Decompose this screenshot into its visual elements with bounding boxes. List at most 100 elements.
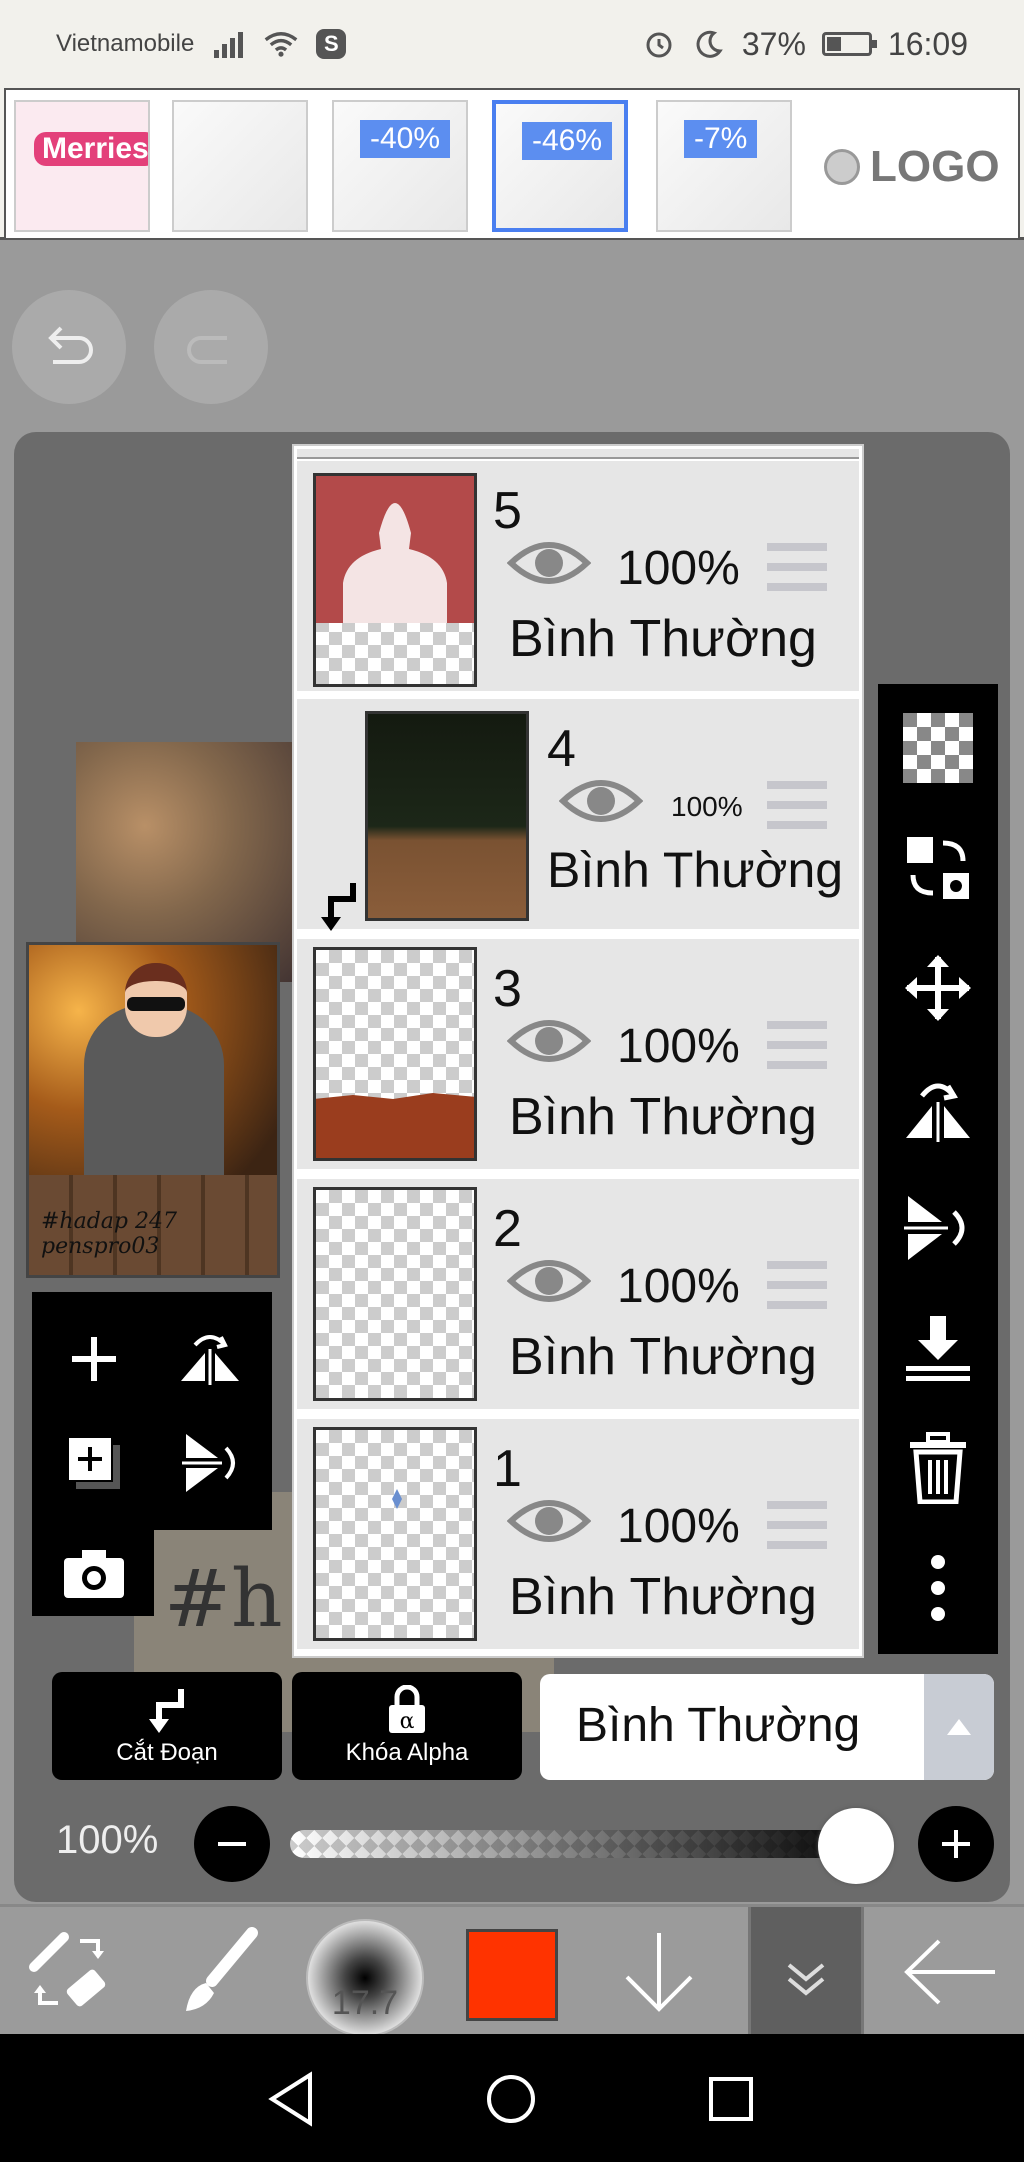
swap-layer-button[interactable] bbox=[896, 826, 980, 910]
layer-thumbnail bbox=[313, 473, 477, 687]
drag-handle-icon[interactable] bbox=[767, 1501, 827, 1549]
arrow-down-icon bbox=[625, 1933, 693, 2012]
add-layer-button[interactable] bbox=[44, 1314, 144, 1404]
flip-horizontal-icon bbox=[181, 1335, 239, 1385]
flip-horizontal-icon bbox=[906, 1083, 970, 1142]
delete-layer-button[interactable] bbox=[896, 1426, 980, 1510]
layer-blend-mode: Bình Thường bbox=[509, 1328, 817, 1386]
opacity-decrease-button[interactable] bbox=[194, 1806, 270, 1882]
transparency-button[interactable] bbox=[896, 706, 980, 790]
opacity-slider-knob[interactable] bbox=[818, 1808, 894, 1884]
visibility-eye-icon[interactable] bbox=[506, 1491, 592, 1551]
layer-opacity: 100% bbox=[671, 791, 743, 822]
plus-icon bbox=[72, 1337, 116, 1381]
layer-number: 3 bbox=[493, 960, 522, 1018]
move-arrows-icon bbox=[905, 955, 971, 1021]
layer-number: 1 bbox=[493, 1440, 522, 1498]
nav-back-button[interactable] bbox=[256, 2064, 326, 2134]
clipping-button[interactable]: Cắt Đoạn bbox=[52, 1672, 282, 1780]
product-brand: Merries bbox=[34, 132, 148, 166]
opacity-slider[interactable] bbox=[290, 1830, 870, 1858]
color-swatch-button[interactable] bbox=[466, 1929, 558, 2021]
blend-mode-select[interactable]: Bình Thường bbox=[540, 1674, 994, 1780]
drag-handle-icon[interactable] bbox=[767, 781, 827, 829]
layers-button[interactable] bbox=[748, 1907, 864, 2035]
signal-icon bbox=[212, 29, 246, 59]
more-options-button[interactable] bbox=[896, 1546, 980, 1630]
layer-number: 5 bbox=[493, 482, 522, 540]
ad-product-2[interactable] bbox=[172, 100, 308, 232]
layer-row-1[interactable]: 1 100% Bình Thường bbox=[297, 1419, 859, 1653]
ad-product-4[interactable]: -46% bbox=[492, 100, 628, 232]
logo-circle-icon bbox=[824, 149, 860, 185]
minus-icon bbox=[218, 1842, 246, 1846]
canvas-preview[interactable]: #hadap 247 penspro03 bbox=[26, 942, 280, 1278]
wifi-icon bbox=[264, 29, 298, 59]
visibility-eye-icon[interactable] bbox=[506, 1251, 592, 1311]
flip-horizontal-button[interactable] bbox=[896, 1066, 980, 1150]
drag-handle-icon[interactable] bbox=[767, 1021, 827, 1069]
alpha-lock-button[interactable]: α Khóa Alpha bbox=[292, 1672, 522, 1780]
layer-row-4[interactable]: 4 100% Bình Thường bbox=[297, 699, 859, 933]
layer-number: 2 bbox=[493, 1200, 522, 1258]
camera-icon bbox=[64, 1550, 124, 1598]
brush-tool-button[interactable] bbox=[162, 1917, 272, 2027]
arrow-left-icon bbox=[904, 1939, 995, 2005]
nav-home-button[interactable] bbox=[476, 2064, 546, 2134]
ad-banner[interactable]: Merries -40% -46% -7% LOGO bbox=[0, 88, 1024, 240]
opacity-value-label: 100% bbox=[56, 1818, 159, 1862]
status-bar: Vietnamobile S 37% 16:09 bbox=[0, 0, 1024, 88]
visibility-eye-icon[interactable] bbox=[558, 771, 644, 831]
drag-handle-icon[interactable] bbox=[767, 543, 827, 591]
opacity-increase-button[interactable] bbox=[918, 1806, 994, 1882]
move-down-button[interactable] bbox=[604, 1917, 714, 2027]
layer-number: 4 bbox=[547, 720, 576, 778]
flip-layer-horizontal-button[interactable] bbox=[160, 1314, 260, 1404]
more-vertical-icon bbox=[931, 1555, 945, 1621]
brush-size-button[interactable]: 17.7 bbox=[306, 1919, 424, 2037]
brush-icon bbox=[186, 1927, 258, 2011]
flip-vertical-icon bbox=[182, 1434, 235, 1492]
visibility-eye-icon[interactable] bbox=[506, 533, 592, 593]
move-button[interactable] bbox=[896, 946, 980, 1030]
character-glasses bbox=[127, 997, 185, 1011]
system-nav-bar bbox=[0, 2034, 1024, 2162]
merge-down-button[interactable] bbox=[896, 1306, 980, 1390]
blend-mode-arrow-button[interactable] bbox=[924, 1674, 994, 1780]
layer-blend-mode: Bình Thường bbox=[509, 1568, 817, 1626]
flip-vertical-button[interactable] bbox=[896, 1186, 980, 1270]
redo-button[interactable] bbox=[154, 290, 268, 404]
ad-logo[interactable]: LOGO bbox=[824, 142, 1000, 192]
blend-mode-value: Bình Thường bbox=[576, 1699, 861, 1752]
visibility-eye-icon[interactable] bbox=[506, 1011, 592, 1071]
double-chevron-down-icon bbox=[787, 1963, 825, 1996]
layers-list[interactable]: 5 100% Bình Thường 4 100% Bình Thường 3 … bbox=[294, 446, 862, 1656]
camera-button[interactable] bbox=[44, 1528, 144, 1618]
opacity-row: 100% bbox=[14, 1800, 1010, 1890]
layer-row-5[interactable]: 5 100% Bình Thường bbox=[297, 461, 859, 695]
ad-product-1[interactable]: Merries bbox=[14, 100, 150, 232]
undo-button[interactable] bbox=[12, 290, 126, 404]
layer-thumbnail bbox=[313, 947, 477, 1161]
bottom-toolbar: 17.7 bbox=[0, 1904, 1024, 2037]
clipping-label: Cắt Đoạn bbox=[116, 1739, 218, 1766]
duplicate-layer-button[interactable] bbox=[44, 1418, 144, 1508]
layer-opacity: 100% bbox=[617, 1260, 740, 1313]
layer-row-3[interactable]: 3 100% Bình Thường bbox=[297, 939, 859, 1173]
layer-thumbnail bbox=[365, 711, 529, 921]
drag-handle-icon[interactable] bbox=[767, 1261, 827, 1309]
back-button[interactable] bbox=[896, 1917, 1006, 2027]
layer-row-2[interactable]: 2 100% Bình Thường bbox=[297, 1179, 859, 1413]
flip-layer-vertical-button[interactable] bbox=[160, 1418, 260, 1508]
ad-product-5[interactable]: -7% bbox=[656, 100, 792, 232]
layer-blend-mode: Bình Thường bbox=[509, 1088, 817, 1146]
brush-eraser-toggle-button[interactable] bbox=[14, 1917, 124, 2027]
nav-recents-button[interactable] bbox=[696, 2064, 766, 2134]
ad-product-3[interactable]: -40% bbox=[332, 100, 468, 232]
brush-size-value: 17.7 bbox=[331, 1984, 399, 2022]
layer-thumbnail bbox=[313, 1187, 477, 1401]
plus-icon bbox=[942, 1830, 970, 1858]
signature-text: #hadap 247 penspro03 bbox=[41, 1209, 177, 1259]
discount-badge: -40% bbox=[360, 120, 451, 158]
layer-blend-mode: Bình Thường bbox=[547, 842, 844, 898]
